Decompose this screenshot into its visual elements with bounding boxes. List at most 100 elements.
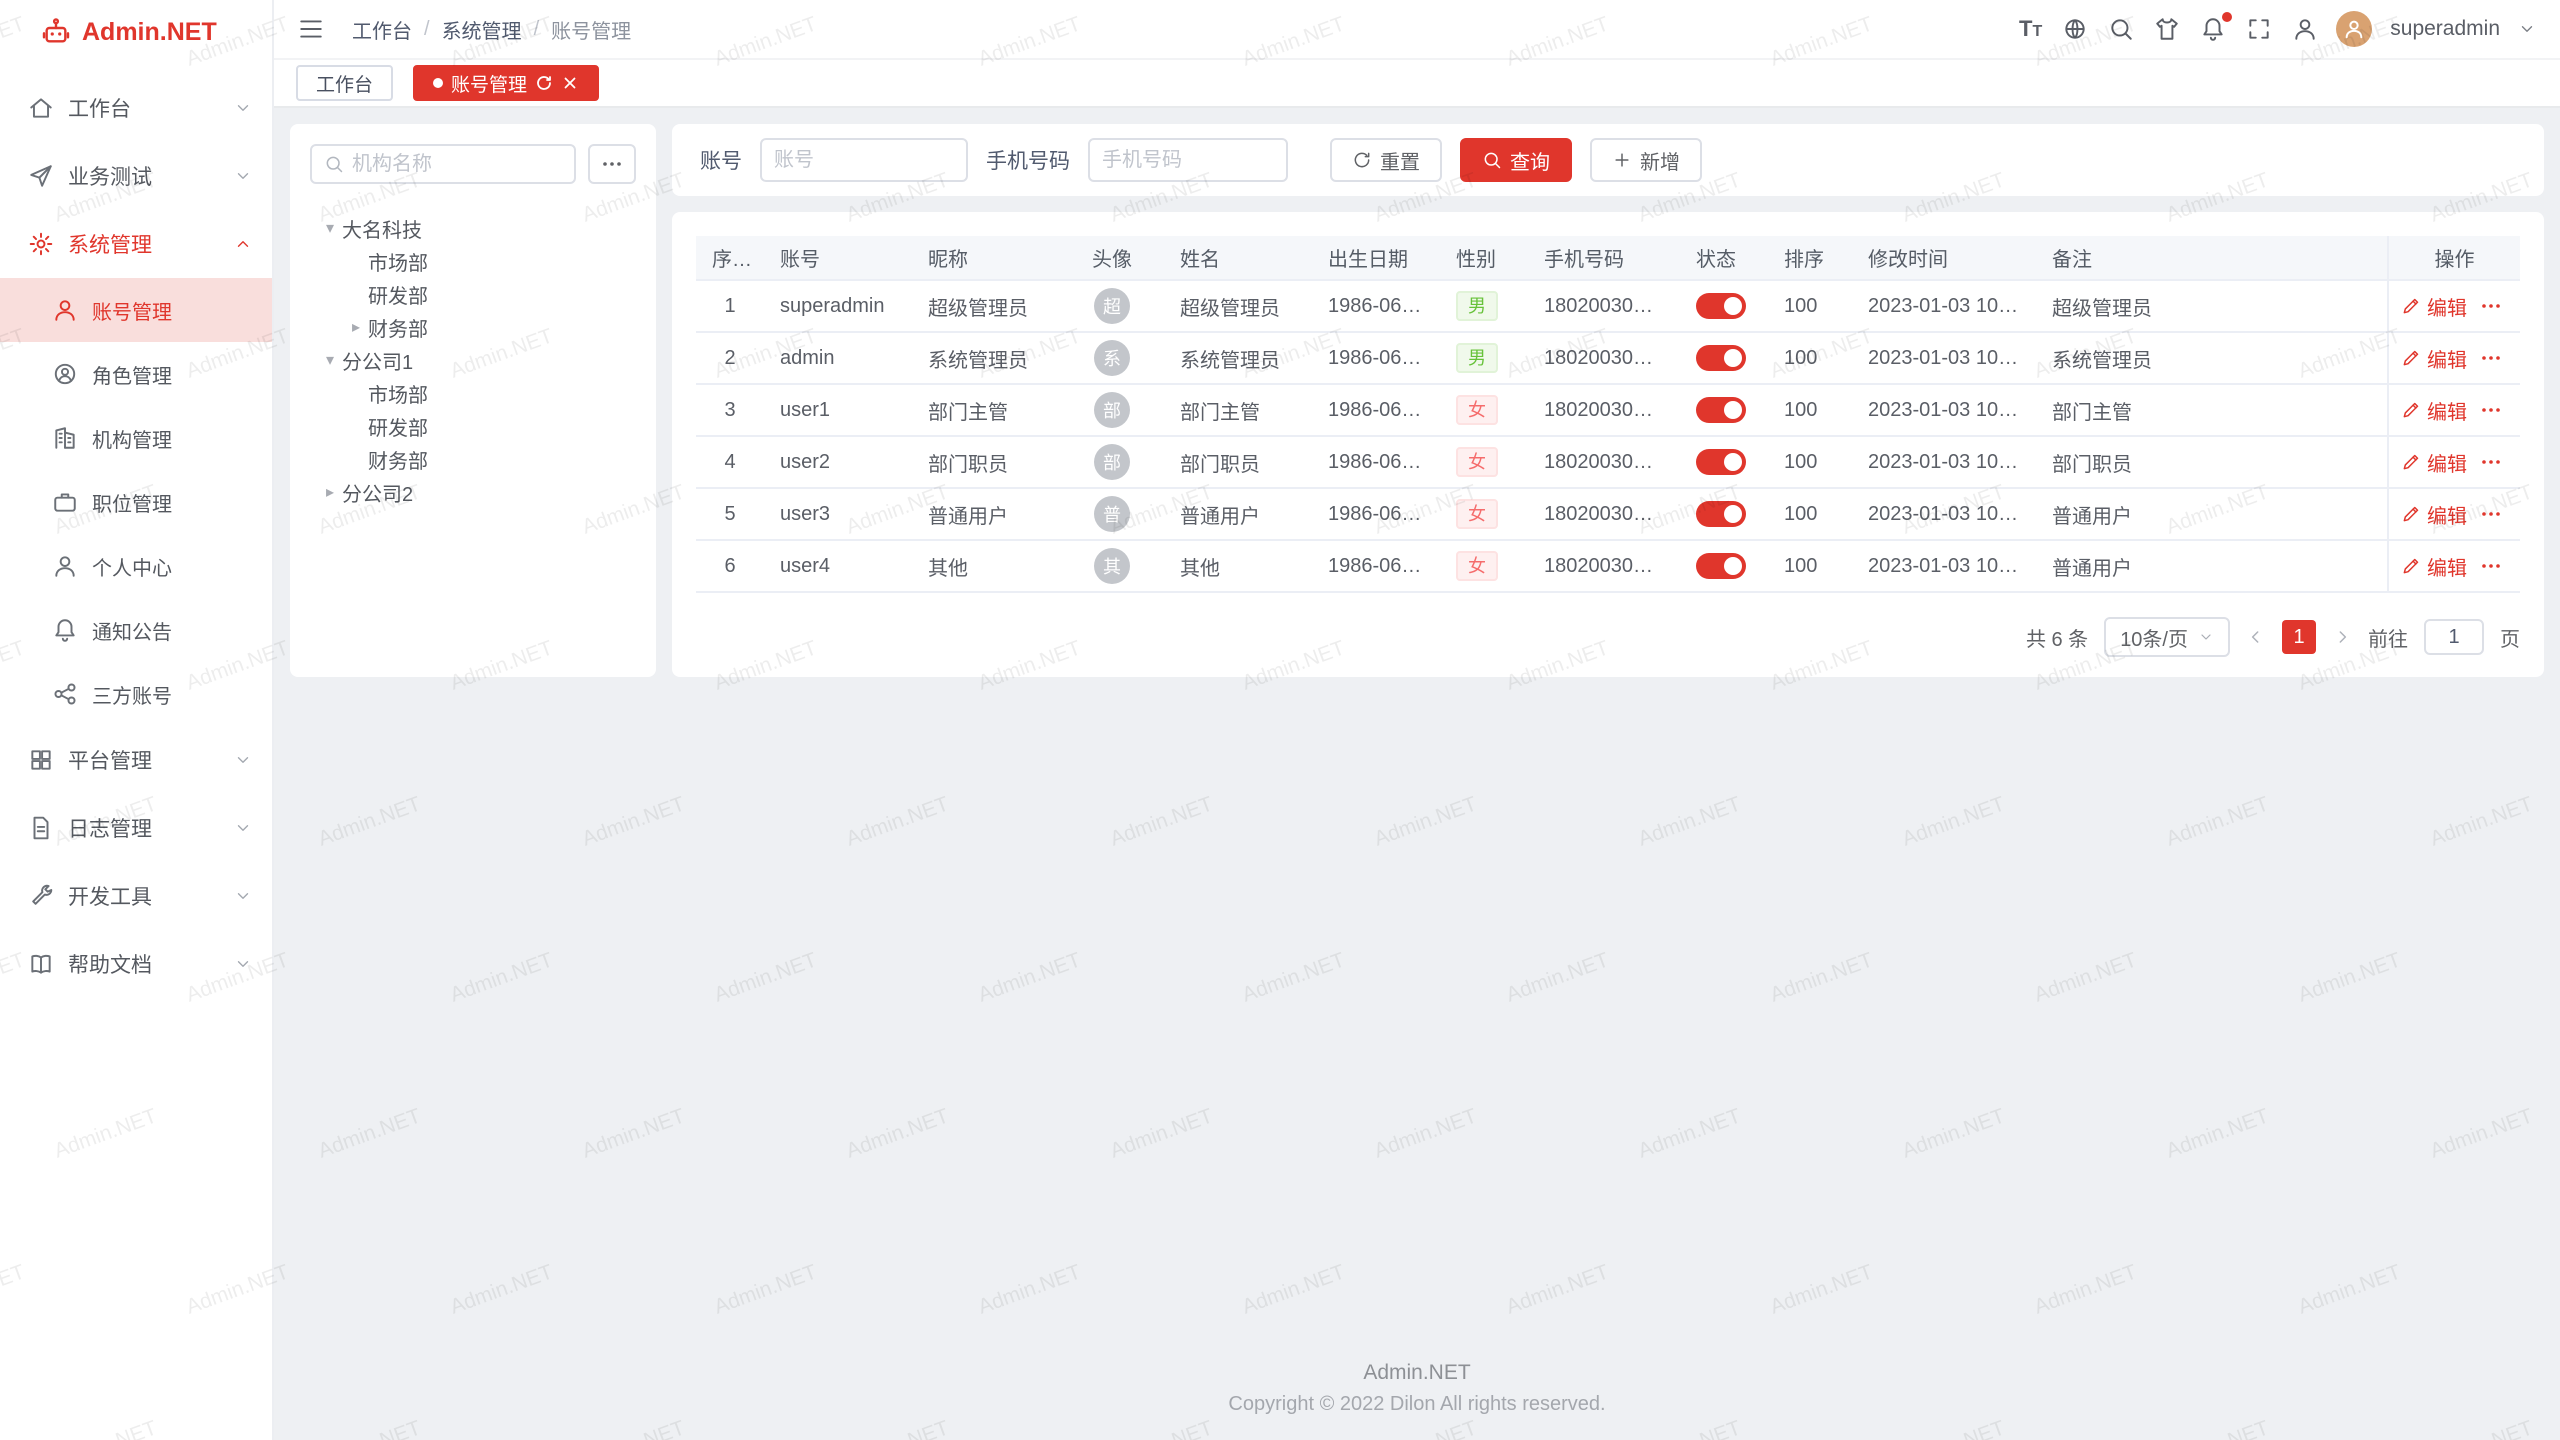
status-toggle[interactable] [1696, 293, 1746, 319]
row-more-button[interactable] [2479, 554, 2503, 578]
query-button[interactable]: 查询 [1460, 138, 1572, 182]
pencil-icon [2401, 400, 2421, 420]
account-input[interactable] [774, 149, 954, 172]
tree-node[interactable]: 市场部 [310, 245, 636, 278]
page-size-select[interactable]: 10条/页 [2104, 617, 2230, 657]
tree-node[interactable]: 财务部 [310, 443, 636, 476]
goto-page-input[interactable] [2424, 619, 2484, 655]
sidebar-subitem[interactable]: 账号管理 [0, 278, 272, 342]
reset-button[interactable]: 重置 [1330, 138, 1442, 182]
avatar[interactable] [2336, 11, 2372, 47]
tree-node[interactable]: ▾分公司1 [310, 344, 636, 377]
edit-label: 编辑 [2427, 500, 2467, 529]
edit-label: 编辑 [2427, 448, 2467, 477]
user-icon[interactable] [2292, 16, 2318, 42]
tree-caret-icon[interactable]: ▸ [344, 320, 368, 336]
tree-caret-icon[interactable]: ▾ [318, 353, 342, 369]
status-toggle[interactable] [1696, 345, 1746, 371]
table-cell: 3 [696, 384, 764, 436]
org-more-button[interactable] [588, 144, 636, 184]
table-cell [1680, 488, 1768, 540]
row-more-button[interactable] [2479, 502, 2503, 526]
tree-node[interactable]: 研发部 [310, 278, 636, 311]
sidebar-subitem[interactable]: 个人中心 [0, 534, 272, 598]
chevron-down-icon [234, 751, 252, 769]
edit-button[interactable]: 编辑 [2401, 344, 2467, 373]
globe-icon[interactable] [2062, 16, 2088, 42]
tree-node-label: 财务部 [368, 445, 428, 474]
edit-button[interactable]: 编辑 [2401, 396, 2467, 425]
font-size-icon[interactable]: TT [2019, 18, 2042, 40]
table-header-cell: 状态 [1680, 236, 1768, 280]
edit-button[interactable]: 编辑 [2401, 552, 2467, 581]
table-cell [1680, 540, 1768, 592]
sidebar-item[interactable]: 系统管理 [0, 210, 272, 278]
edit-button[interactable]: 编辑 [2401, 448, 2467, 477]
row-more-button[interactable] [2479, 450, 2503, 474]
sidebar-subitem[interactable]: 机构管理 [0, 406, 272, 470]
status-toggle[interactable] [1696, 397, 1746, 423]
breadcrumb-item[interactable]: 系统管理 [442, 15, 522, 44]
chevron-down-icon [234, 99, 252, 117]
search-icon[interactable] [2108, 16, 2134, 42]
sidebar-item[interactable]: 日志管理 [0, 794, 272, 862]
table-cell: 系统管理员 [2036, 332, 2388, 384]
sidebar-item[interactable]: 工作台 [0, 74, 272, 142]
content-area: ▾大名科技市场部研发部▸财务部▾分公司1市场部研发部财务部▸分公司2 账号 手机… [274, 108, 2560, 693]
table-header-cell: 姓名 [1164, 236, 1312, 280]
tab-workbench[interactable]: 工作台 [296, 65, 393, 101]
tree-node[interactable]: ▸财务部 [310, 311, 636, 344]
tree-node[interactable]: 市场部 [310, 377, 636, 410]
tab-account-management[interactable]: 账号管理 [413, 65, 599, 101]
tab-label: 工作台 [316, 70, 373, 97]
sidebar-menu: 工作台业务测试系统管理账号管理角色管理机构管理职位管理个人中心通知公告三方账号平… [0, 64, 272, 1440]
breadcrumb-separator: / [424, 18, 430, 41]
sidebar-item[interactable]: 平台管理 [0, 726, 272, 794]
username[interactable]: superadmin [2390, 17, 2500, 41]
table-cell: 100 [1768, 488, 1852, 540]
current-page-button[interactable]: 1 [2282, 620, 2316, 654]
tab-close-icon[interactable] [561, 74, 579, 92]
sidebar-subitem[interactable]: 通知公告 [0, 598, 272, 662]
tree-caret-icon[interactable]: ▾ [318, 221, 342, 237]
phone-input[interactable] [1102, 149, 1274, 172]
edit-button[interactable]: 编辑 [2401, 292, 2467, 321]
table-header-cell: 修改时间 [1852, 236, 2036, 280]
status-toggle[interactable] [1696, 449, 1746, 475]
prev-page-button[interactable] [2246, 627, 2266, 647]
row-more-button[interactable] [2479, 398, 2503, 422]
sidebar-item[interactable]: 业务测试 [0, 142, 272, 210]
sidebar-subitem[interactable]: 三方账号 [0, 662, 272, 726]
table-header-cell: 序号 [696, 236, 764, 280]
next-page-button[interactable] [2332, 627, 2352, 647]
chevron-down-icon [234, 167, 252, 185]
table-cell: 18020030720 [1528, 436, 1680, 488]
table-cell [1680, 332, 1768, 384]
sidebar-subitem[interactable]: 职位管理 [0, 470, 272, 534]
tree-node[interactable]: ▸分公司2 [310, 476, 636, 509]
hamburger-button[interactable] [298, 16, 324, 42]
theme-icon[interactable] [2154, 16, 2180, 42]
notification-icon[interactable] [2200, 16, 2226, 42]
status-toggle[interactable] [1696, 501, 1746, 527]
breadcrumb-item[interactable]: 工作台 [352, 15, 412, 44]
tree-caret-icon[interactable]: ▸ [318, 485, 342, 501]
sidebar-item[interactable]: 帮助文档 [0, 930, 272, 998]
tree-node[interactable]: ▾大名科技 [310, 212, 636, 245]
org-search-input[interactable] [352, 153, 562, 176]
chevron-down-icon[interactable] [2518, 20, 2536, 38]
add-button[interactable]: 新增 [1590, 138, 1702, 182]
sidebar-item-label: 平台管理 [68, 745, 220, 775]
sidebar-item[interactable]: 开发工具 [0, 862, 272, 930]
avatar: 部 [1094, 444, 1130, 480]
table-cell: 男 [1440, 332, 1528, 384]
table-cell: 普通用户 [1164, 488, 1312, 540]
row-more-button[interactable] [2479, 294, 2503, 318]
tab-refresh-icon[interactable] [535, 74, 553, 92]
status-toggle[interactable] [1696, 553, 1746, 579]
sidebar-subitem[interactable]: 角色管理 [0, 342, 272, 406]
fullscreen-icon[interactable] [2246, 16, 2272, 42]
edit-button[interactable]: 编辑 [2401, 500, 2467, 529]
tree-node[interactable]: 研发部 [310, 410, 636, 443]
row-more-button[interactable] [2479, 346, 2503, 370]
